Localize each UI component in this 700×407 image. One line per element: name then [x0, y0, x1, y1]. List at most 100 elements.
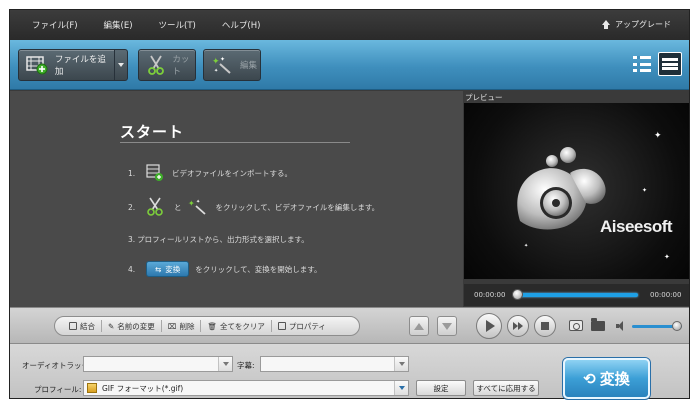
step-number: 3.: [128, 235, 136, 244]
preview-label: プレビュー: [465, 93, 503, 102]
rename-button[interactable]: ✎ 名前の変更: [102, 320, 162, 332]
convert-hint-button: ⇆ 変換: [146, 261, 190, 277]
audio-track-label: オーディオトラック:: [22, 361, 92, 370]
apply-to-all-label: すべてに応用する: [476, 383, 536, 393]
arrow-down-icon: [442, 322, 452, 330]
play-button[interactable]: [476, 313, 502, 339]
convert-button[interactable]: ⟲ 変換: [563, 358, 650, 399]
total-time: 00:00:00: [650, 291, 682, 299]
trash-icon: 🗑: [207, 321, 217, 331]
svg-text:✦: ✦: [220, 56, 225, 63]
sparkle-icon: ✦: [642, 187, 648, 194]
delete-button[interactable]: ⌧ 削除: [162, 320, 202, 332]
properties-icon: [277, 322, 286, 330]
current-time: 00:00:00: [474, 291, 506, 299]
step-2: 2. と ✦ ✦ をクリックして、ビデオファイルを編集します。: [128, 197, 379, 217]
sparkle-icon: ✦: [654, 131, 662, 141]
merge-button[interactable]: 結合: [63, 320, 102, 332]
seek-bar: 00:00:00 00:00:00: [464, 284, 689, 306]
aiseesoft-logo-icon: [517, 147, 606, 230]
step-1: 1. ビデオファイルをインポートする。: [128, 164, 292, 182]
start-title: スタート: [120, 123, 185, 141]
seek-handle[interactable]: [512, 289, 523, 300]
file-action-group: 結合 ✎ 名前の変更 ⌧ 削除 🗑 全てをクリア プロパティ: [54, 316, 360, 336]
clear-all-label: 全てをクリア: [219, 321, 265, 331]
film-plus-icon: [25, 54, 49, 76]
apply-to-all-button[interactable]: すべてに応用する: [473, 380, 539, 396]
chevron-down-icon: [394, 381, 408, 395]
volume-icon[interactable]: [616, 321, 626, 331]
detail-view-icon[interactable]: [658, 52, 682, 76]
move-up-button[interactable]: [409, 316, 429, 336]
delete-icon: ⌧: [167, 321, 177, 331]
profile-label: プロフィール:: [34, 385, 82, 394]
step-4: 4. ⇆ 変換 をクリックして、変換を開始します。: [128, 261, 321, 277]
start-panel: スタート 1. ビデオファイルをインポートする。 2. と ✦ ✦ をクリックし…: [10, 91, 463, 307]
menu-file[interactable]: ファイル(F): [32, 19, 78, 31]
play-icon: [486, 320, 495, 332]
menu-help[interactable]: ヘルプ(H): [222, 19, 261, 31]
arrow-up-icon: [414, 322, 424, 330]
menu-bar: ファイル(F) 編集(E) ツール(T) ヘルプ(H) アップグレード: [10, 10, 689, 40]
fast-forward-button[interactable]: [507, 315, 529, 337]
title-divider: [120, 142, 350, 143]
profile-select[interactable]: GIF フォーマット(*.gif): [83, 380, 409, 396]
cut-label: カット: [172, 55, 190, 77]
step-number: 2.: [128, 202, 136, 212]
profile-value: GIF フォーマット(*.gif): [102, 383, 184, 393]
control-bar: 結合 ✎ 名前の変更 ⌧ 削除 🗑 全てをクリア プロパティ: [10, 307, 689, 344]
cut-button[interactable]: カット: [138, 49, 196, 81]
fast-forward-icon: [513, 322, 523, 330]
svg-text:✦: ✦: [212, 57, 220, 67]
sparkle-icon: ✦: [524, 243, 529, 249]
stop-button[interactable]: [534, 315, 556, 337]
add-file-label: ファイルを追加: [54, 55, 106, 77]
step-text: プロフィールリストから、出力形式を選択します。: [137, 235, 309, 244]
step-text: をクリックして、ビデオファイルを編集します。: [215, 202, 380, 212]
clear-all-button[interactable]: 🗑 全てをクリア: [201, 320, 272, 332]
menu-tools[interactable]: ツール(T): [159, 19, 196, 31]
chevron-down-icon: [118, 63, 124, 67]
settings-button[interactable]: 設定: [416, 380, 466, 396]
audio-track-select[interactable]: [83, 356, 233, 372]
settings-label: 設定: [433, 383, 449, 393]
merge-label: 結合: [80, 321, 95, 331]
step-3: 3. プロフィールリストから、出力形式を選択します。: [128, 234, 309, 245]
svg-text:✦: ✦: [188, 199, 195, 208]
rename-label: 名前の変更: [117, 321, 155, 331]
delete-label: 削除: [179, 321, 195, 331]
stop-icon: [541, 322, 549, 330]
sparkle-icon: ✦: [664, 253, 670, 261]
upgrade-link[interactable]: アップグレード: [602, 19, 671, 30]
properties-button[interactable]: プロパティ: [272, 320, 332, 332]
add-file-dropdown[interactable]: [114, 49, 128, 81]
chevron-down-icon: [394, 357, 408, 371]
upgrade-arrow-icon: [602, 19, 610, 30]
move-down-button[interactable]: [437, 316, 457, 336]
film-plus-icon: [146, 164, 164, 182]
edit-button[interactable]: ✦ ✦ ✦ 編集: [203, 49, 261, 81]
add-file-button[interactable]: ファイルを追加: [18, 49, 115, 81]
brand-name: Aiseesoft: [600, 217, 673, 236]
list-view-icon[interactable]: [632, 54, 652, 74]
preview-screen: ✦ ✦ ✦ ✦ Aiseesoft: [464, 103, 689, 279]
pencil-icon: ✎: [108, 321, 115, 331]
step-text: をクリックして、変換を開始します。: [195, 264, 322, 274]
menu-edit[interactable]: 編集(E): [104, 19, 133, 31]
step-number: 1.: [128, 168, 136, 178]
toolbar: ファイルを追加 カット ✦ ✦ ✦ 編集: [10, 40, 689, 90]
properties-label: プロパティ: [288, 321, 326, 331]
subtitle-label: 字幕:: [237, 361, 255, 370]
seek-track[interactable]: [516, 293, 638, 297]
magic-wand-icon: ✦ ✦: [188, 198, 208, 216]
step-connector: と: [174, 202, 182, 212]
snapshot-camera-icon[interactable]: [569, 320, 583, 331]
upgrade-label: アップグレード: [615, 20, 671, 29]
volume-handle[interactable]: [672, 321, 682, 331]
subtitle-select[interactable]: [260, 356, 409, 372]
chevron-down-icon: [218, 357, 232, 371]
scissors-icon: [146, 197, 164, 217]
convert-arrows-icon: ⇆: [155, 264, 162, 274]
folder-icon[interactable]: [591, 318, 605, 331]
step-text: ビデオファイルをインポートする。: [172, 168, 292, 178]
